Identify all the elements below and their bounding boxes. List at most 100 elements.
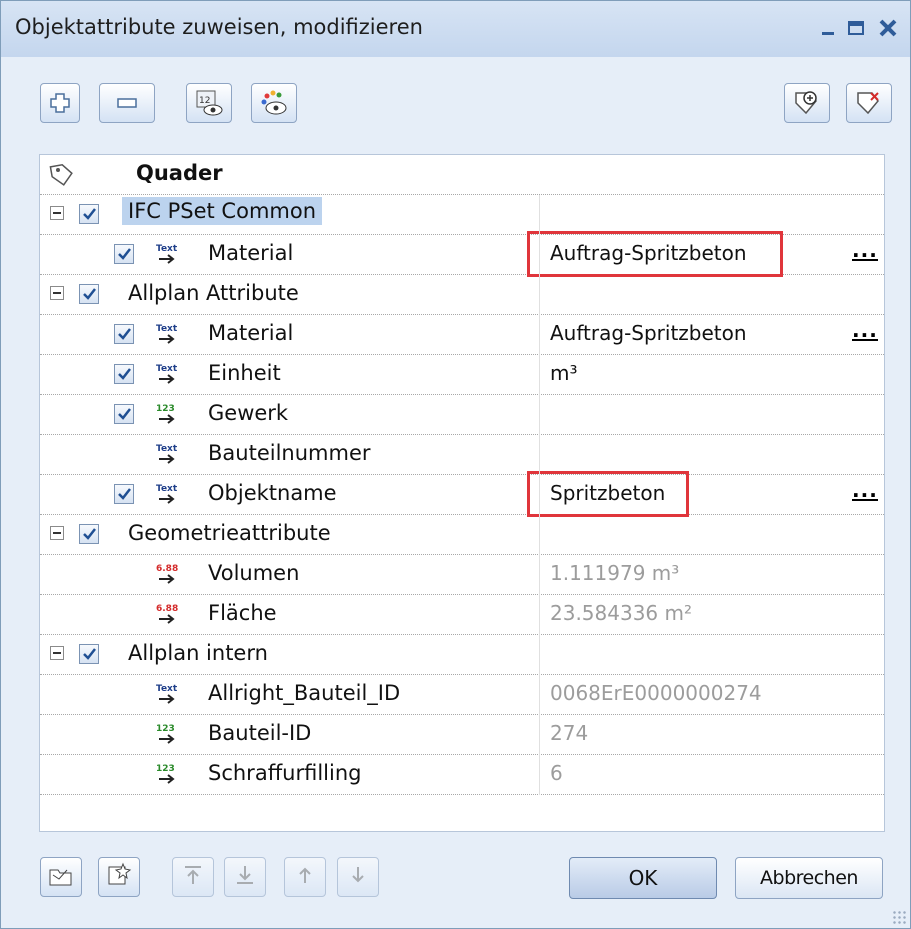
maximize-icon[interactable] xyxy=(841,11,871,45)
move-bottom-icon xyxy=(231,862,259,892)
svg-text:123: 123 xyxy=(156,724,175,734)
attribute-value: 274 xyxy=(550,721,589,745)
attribute-label: Bauteil-ID xyxy=(208,721,312,745)
attribute-label: Objektname xyxy=(208,481,337,505)
move-down-button[interactable] xyxy=(337,857,379,897)
text-type-icon: Text xyxy=(153,320,183,348)
svg-text:Text: Text xyxy=(156,364,178,374)
open-favorite-button[interactable] xyxy=(40,857,82,897)
attribute-checkbox[interactable] xyxy=(114,364,134,384)
text-type-icon: Text xyxy=(153,240,183,268)
attribute-value[interactable]: Auftrag-Spritzbeton xyxy=(550,321,747,345)
browse-button[interactable]: ... xyxy=(852,480,878,501)
attribute-label: Schraffurfilling xyxy=(208,761,362,785)
attribute-label: Material xyxy=(208,241,294,265)
group-checkbox[interactable] xyxy=(79,204,99,224)
group-label: Allplan Attribute xyxy=(128,281,299,305)
favorite-remove-button[interactable] xyxy=(846,83,892,123)
open-favorite-icon xyxy=(47,862,75,892)
group-label: Allplan intern xyxy=(128,641,268,665)
attribute-row[interactable]: Text Bauteilnummer xyxy=(40,435,884,475)
attribute-row[interactable]: 6.88 Fläche 23.584336 m² xyxy=(40,595,884,635)
number-eye-button[interactable]: 12 xyxy=(186,83,232,123)
text-type-icon: Text xyxy=(153,360,183,388)
attribute-checkbox[interactable] xyxy=(114,404,134,424)
group-checkbox[interactable] xyxy=(79,284,99,304)
remove-attribute-button[interactable] xyxy=(99,83,155,123)
add-attribute-button[interactable] xyxy=(40,83,80,123)
tree-group-row[interactable]: Allplan Attribute xyxy=(40,275,884,315)
move-top-button[interactable] xyxy=(172,857,214,897)
minimize-icon[interactable] xyxy=(813,11,843,45)
attribute-checkbox[interactable] xyxy=(114,484,134,504)
attribute-row[interactable]: Text Allright_Bauteil_ID 0068ErE0000000274 xyxy=(40,675,884,715)
text-type-icon: Text xyxy=(153,440,183,468)
move-down-icon xyxy=(344,862,372,892)
attribute-checkbox[interactable] xyxy=(114,324,134,344)
tree-group-row[interactable]: Allplan intern xyxy=(40,635,884,675)
group-label: Geometrieattribute xyxy=(128,521,331,545)
cancel-button[interactable]: Abbrechen xyxy=(735,857,883,899)
integer-type-icon: 123 xyxy=(153,720,183,748)
attribute-row[interactable]: 123 Schraffurfilling 6 xyxy=(40,755,884,795)
browse-button[interactable]: ... xyxy=(852,320,878,341)
attribute-row[interactable]: Text Objektname Spritzbeton... xyxy=(40,471,884,517)
collapse-toggle-icon[interactable] xyxy=(50,206,64,220)
attribute-checkbox[interactable] xyxy=(114,244,134,264)
attribute-value: 6 xyxy=(550,761,563,785)
svg-text:Text: Text xyxy=(156,244,178,254)
browse-button[interactable]: ... xyxy=(852,240,878,261)
attribute-value: 0068ErE0000000274 xyxy=(550,681,762,705)
attribute-row[interactable]: Text Material Auftrag-Spritzbeton... xyxy=(40,315,884,355)
close-icon[interactable] xyxy=(873,11,903,45)
color-eye-icon xyxy=(261,90,287,115)
svg-text:Text: Text xyxy=(156,484,178,494)
remove-icon xyxy=(117,98,137,108)
title-bar[interactable]: Objektattribute zuweisen, modifizieren xyxy=(1,1,910,57)
tree-root-row[interactable]: Quader xyxy=(40,155,884,195)
attribute-label: Bauteilnummer xyxy=(208,441,371,465)
attribute-label: Material xyxy=(208,321,294,345)
decimal-type-icon: 6.88 xyxy=(153,560,183,588)
group-checkbox[interactable] xyxy=(79,524,99,544)
save-favorite-button[interactable] xyxy=(98,857,140,897)
attribute-label: Gewerk xyxy=(208,401,289,425)
attribute-value: 23.584336 m² xyxy=(550,601,693,625)
attribute-row[interactable]: 6.88 Volumen 1.111979 m³ xyxy=(40,555,884,595)
group-label: IFC PSet Common xyxy=(122,197,323,225)
attribute-dialog: Objektattribute zuweisen, modifizieren 1… xyxy=(0,0,911,929)
attribute-label: Einheit xyxy=(208,361,281,385)
collapse-toggle-icon[interactable] xyxy=(50,526,64,540)
tag-icon xyxy=(49,164,73,186)
attribute-value[interactable]: m³ xyxy=(550,361,578,385)
svg-text:123: 123 xyxy=(156,764,175,774)
dialog-title: Objektattribute zuweisen, modifizieren xyxy=(15,15,423,39)
resize-grip-icon[interactable] xyxy=(892,910,906,924)
svg-text:Text: Text xyxy=(156,324,178,334)
root-label: Quader xyxy=(136,161,223,185)
attribute-tree[interactable]: Quader IFC PSet Common Text Material Auftra… xyxy=(39,154,885,832)
favorite-add-icon xyxy=(795,91,817,115)
collapse-toggle-icon[interactable] xyxy=(50,286,64,300)
svg-text:6.88: 6.88 xyxy=(156,604,178,614)
tree-group-row[interactable]: IFC PSet Common xyxy=(40,195,884,235)
attribute-label: Fläche xyxy=(208,601,277,625)
add-icon xyxy=(50,93,70,113)
move-bottom-button[interactable] xyxy=(224,857,266,897)
tree-group-row[interactable]: Geometrieattribute xyxy=(40,515,884,555)
collapse-toggle-icon[interactable] xyxy=(50,646,64,660)
move-top-icon xyxy=(179,862,207,892)
text-type-icon: Text xyxy=(153,680,183,708)
attribute-row[interactable]: Text Material Auftrag-Spritzbeton... xyxy=(40,231,884,277)
favorite-remove-icon xyxy=(857,92,879,115)
attribute-row[interactable]: Text Einheit m³ xyxy=(40,355,884,395)
color-eye-button[interactable] xyxy=(251,83,297,123)
attribute-row[interactable]: 123 Bauteil-ID 274 xyxy=(40,715,884,755)
favorite-add-button[interactable] xyxy=(784,83,830,123)
ok-button[interactable]: OK xyxy=(569,857,717,899)
attribute-row[interactable]: 123 Gewerk xyxy=(40,395,884,435)
text-type-icon: Text xyxy=(153,480,183,508)
move-up-button[interactable] xyxy=(284,857,326,897)
group-checkbox[interactable] xyxy=(79,644,99,664)
svg-text:6.88: 6.88 xyxy=(156,564,178,574)
